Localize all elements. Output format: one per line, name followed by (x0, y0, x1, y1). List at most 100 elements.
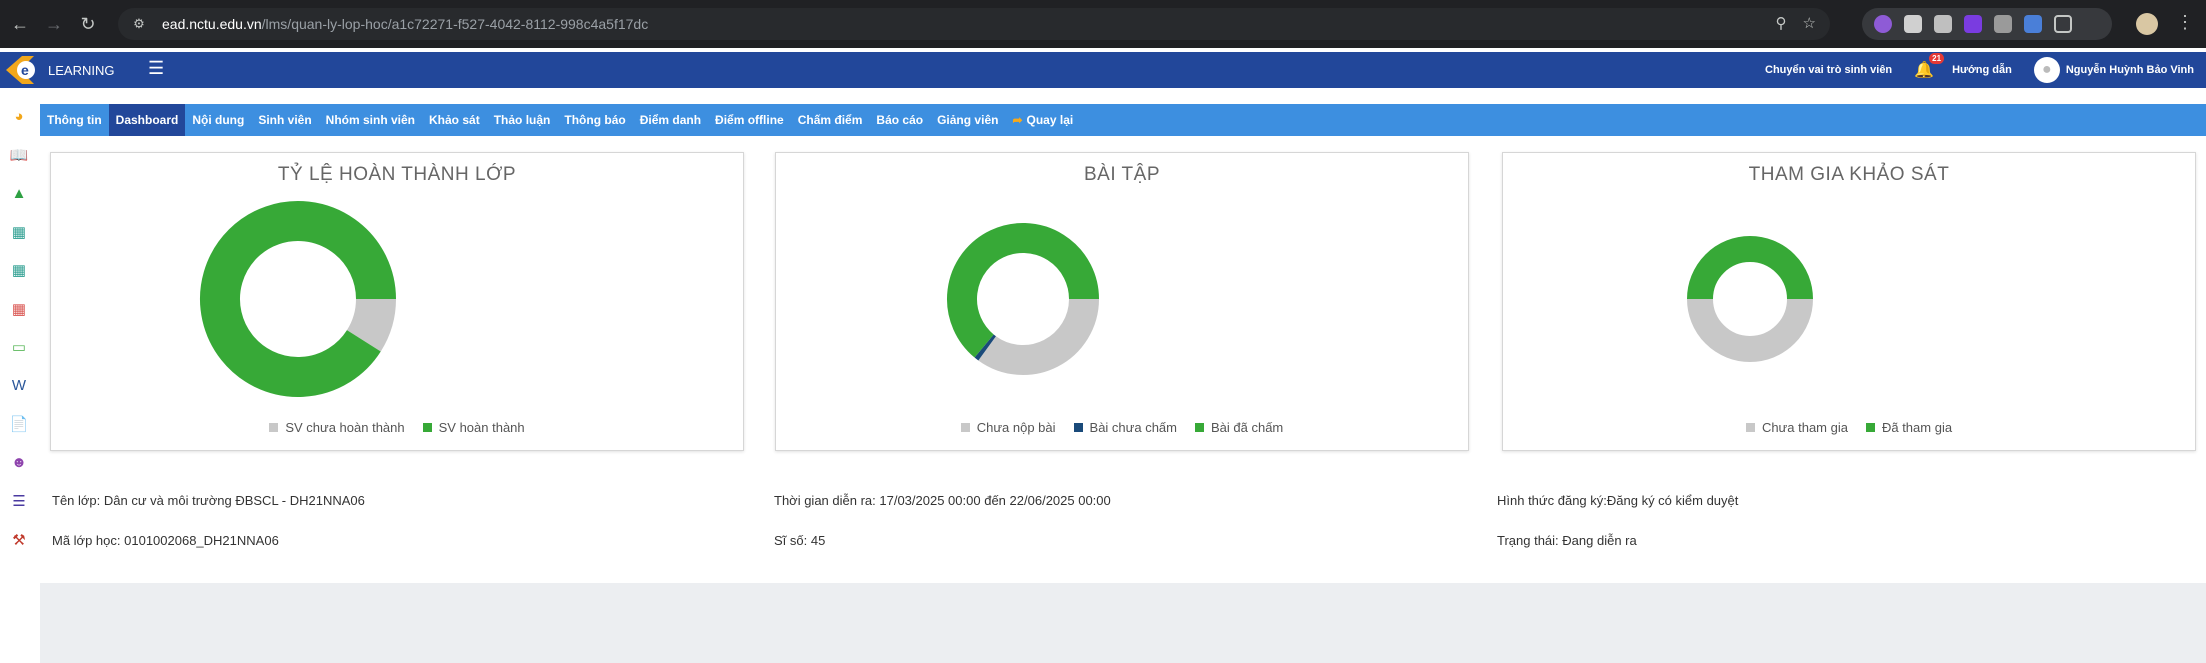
app-header: e LEARNING ☰ Chuyển vai trò sinh viên 🔔 2… (0, 52, 2206, 88)
document-icon[interactable]: 📄 (9, 414, 29, 434)
class-code-value: 0101002068_DH21NNA06 (124, 533, 279, 548)
legend-label: Chưa nộp bài (976, 420, 1056, 435)
guide-link[interactable]: Hướng dẫn (1952, 64, 2012, 76)
extension-1-icon[interactable] (1874, 15, 1892, 33)
legend-item[interactable]: Chưa nộp bài (960, 420, 1056, 435)
tab-diem-offline[interactable]: Điểm offline (708, 104, 791, 136)
legend-swatch (1865, 423, 1875, 432)
legend-label: Bài chưa chấm (1089, 420, 1177, 435)
class-time-info: Thời gian diễn ra: 17/03/2025 00:00 đến … (774, 493, 1111, 508)
status-label: Trạng thái: (1497, 533, 1559, 548)
growth-chart-icon[interactable]: ▲ (9, 183, 29, 203)
extension-4-icon[interactable] (1964, 15, 1982, 33)
word-icon[interactable]: W (9, 376, 29, 396)
notification-badge: 21 (1929, 53, 1945, 64)
legend-swatch (422, 423, 432, 432)
class-name-value: Dân cư và môi trường ĐBSCL - DH21NNA06 (103, 493, 365, 508)
tab-khao-sat[interactable]: Khảo sát (422, 104, 487, 136)
donut-slice[interactable] (978, 298, 1099, 375)
tab-bao-cao[interactable]: Báo cáo (869, 104, 930, 136)
hamburger-menu-icon[interactable]: ☰ (148, 58, 164, 79)
completion-chart-card: TỶ LỆ HOÀN THÀNH LỚP SV chưa hoàn thành S… (50, 152, 744, 451)
logo-text: LEARNING (48, 62, 115, 78)
camera-icon[interactable] (1934, 15, 1952, 33)
tab-diem-danh[interactable]: Điểm danh (633, 104, 708, 136)
legend-swatch (960, 423, 970, 432)
menu-kebab-icon[interactable]: ⋮ (2176, 12, 2194, 33)
registration-label: Hình thức đăng ký: (1497, 493, 1607, 508)
site-settings-icon[interactable]: ⚙ (130, 15, 148, 33)
dashboard-icon[interactable]: ◕ (9, 106, 29, 126)
size-label: Sĩ số: (774, 533, 808, 548)
legend-label: SV hoàn thành (438, 420, 525, 435)
bookmark-star-icon[interactable]: ☆ (1803, 14, 1816, 32)
sidebar: ◕ 📖 ▲ ▦ ▦ ▦ ▭ W 📄 ☻ ☰ ⚒ (0, 98, 38, 663)
tab-quay-lai[interactable]: ➦ Quay lại (1005, 104, 1080, 136)
legend-swatch (1073, 423, 1083, 432)
chart-legend: Chưa nộp bài Bài chưa chấm Bài đã chấm (776, 420, 1468, 435)
list-icon[interactable]: ☰ (9, 491, 29, 511)
class-size-info: Sĩ số: 45 (774, 533, 825, 548)
zoom-icon[interactable]: ⚲ (1776, 14, 1787, 32)
legend-label: Chưa tham gia (1761, 420, 1848, 435)
status-info: Trạng thái: Đang diễn ra (1497, 533, 1637, 548)
time-start: 17/03/2025 00:00 (879, 493, 981, 508)
user-menu[interactable]: ● Nguyễn Huỳnh Bảo Vinh (2033, 57, 2194, 83)
tab-sinh-vien[interactable]: Sinh viên (251, 104, 318, 136)
legend-label: SV chưa hoàn thành (285, 420, 405, 435)
donut-slice[interactable] (1687, 236, 1813, 300)
donut-slice[interactable] (200, 201, 396, 397)
puzzle-icon[interactable] (2054, 15, 2072, 33)
switch-role-link[interactable]: Chuyển vai trò sinh viên (1765, 64, 1892, 76)
tab-dashboard[interactable]: Dashboard (108, 104, 186, 136)
donut-chart (1687, 236, 1813, 362)
tab-cham-diem[interactable]: Chấm điểm (791, 104, 870, 136)
back-icon[interactable]: ← (6, 10, 34, 38)
extensions-tray (1862, 8, 2112, 40)
survey-chart-card: THAM GIA KHẢO SÁT Chưa tham gia Đã tham g… (1502, 152, 2196, 451)
logo[interactable]: e (4, 54, 42, 86)
calendar-icon[interactable]: ▭ (9, 337, 29, 357)
donut-slice[interactable] (974, 334, 997, 361)
profile-avatar[interactable] (2136, 13, 2158, 35)
extension-5-icon[interactable] (1994, 15, 2012, 33)
grid-icon[interactable]: ▦ (9, 299, 29, 319)
legend-item[interactable]: Đã tham gia (1865, 420, 1953, 435)
legend-item[interactable]: SV chưa hoàn thành (269, 420, 405, 435)
legend-item[interactable]: SV hoàn thành (422, 420, 525, 435)
notification-button[interactable]: 🔔 21 (1914, 53, 1945, 80)
size-value: 45 (810, 533, 826, 548)
time-label: Thời gian diễn ra: (774, 493, 876, 508)
book-icon[interactable]: 📖 (9, 145, 29, 165)
legend-item[interactable]: Bài chưa chấm (1073, 420, 1177, 435)
board-icon[interactable]: ▦ (9, 222, 29, 242)
teacher-icon[interactable]: ☻ (9, 453, 29, 473)
tab-thong-bao[interactable]: Thông báo (557, 104, 632, 136)
legend-item[interactable]: Bài đã chấm (1195, 420, 1283, 435)
tab-thong-tin[interactable]: Thông tin (40, 104, 109, 136)
url-text[interactable]: ead.nctu.edu.vn/lms/quan-ly-lop-hoc/a1c7… (162, 16, 648, 32)
legend-label: Đã tham gia (1881, 420, 1953, 435)
class-name-info: Tên lớp: Dân cư và môi trường ĐBSCL - DH… (52, 493, 365, 508)
reload-icon[interactable]: ↻ (74, 10, 102, 38)
tab-nhom-sinh-vien[interactable]: Nhóm sinh viên (319, 104, 422, 136)
legend-item[interactable]: Chưa tham gia (1745, 420, 1848, 435)
user-name: Nguyễn Huỳnh Bảo Vinh (2065, 64, 2194, 76)
svg-text:e: e (21, 62, 29, 78)
extension-2-icon[interactable] (1904, 15, 1922, 33)
address-bar[interactable]: ⚙ ead.nctu.edu.vn/lms/quan-ly-lop-hoc/a1… (118, 8, 1830, 40)
tab-giang-vien[interactable]: Giảng viên (930, 104, 1005, 136)
tab-quay-lai-label: Quay lại (1026, 113, 1074, 127)
tab-thao-luan[interactable]: Thảo luận (487, 104, 558, 136)
donut-slice[interactable] (346, 298, 396, 352)
forward-icon[interactable]: → (40, 10, 68, 38)
class-name-label: Tên lớp: (52, 493, 101, 508)
donut-slice[interactable] (1687, 298, 1813, 362)
tools-icon[interactable]: ⚒ (9, 530, 29, 550)
time-to: đến (984, 493, 1006, 508)
board-2-icon[interactable]: ▦ (9, 260, 29, 280)
tab-noi-dung[interactable]: Nội dung (185, 104, 251, 136)
bell-icon: 🔔 21 (1914, 53, 1945, 80)
translate-icon[interactable] (2024, 15, 2042, 33)
time-end: 22/06/2025 00:00 (1009, 493, 1111, 508)
